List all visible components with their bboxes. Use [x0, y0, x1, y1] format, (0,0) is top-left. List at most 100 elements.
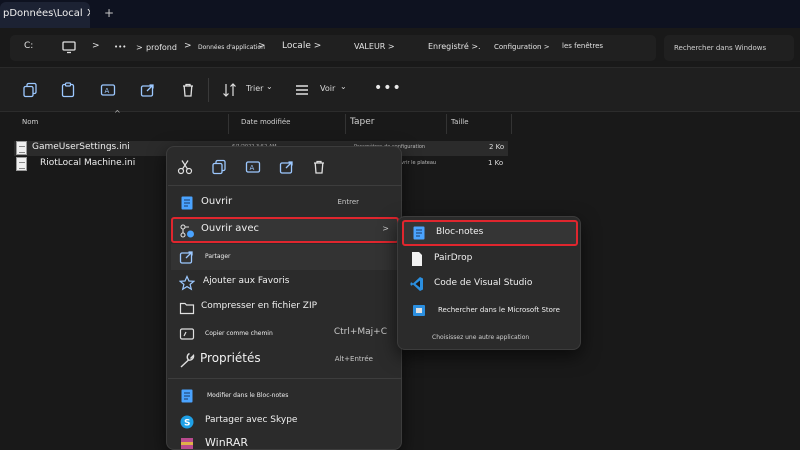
submenu-item-notepad[interactable]: Bloc-notes [402, 220, 578, 246]
copy-icon[interactable] [211, 159, 227, 175]
menu-item-share[interactable]: Partager [171, 244, 399, 270]
breadcrumb-separator: > [92, 41, 100, 51]
submenu-item-vscode[interactable]: Code de Visual Studio [402, 271, 578, 297]
tab-title: pDonnées\Local [3, 8, 83, 19]
sort-icon[interactable] [222, 82, 238, 98]
command-bar: A Trier ⌄ Voir ⌄ ••• [0, 68, 800, 112]
notepad-icon [413, 226, 425, 240]
context-menu: A Ouvrir Entrer Ouvrir avec > Partager A… [166, 146, 402, 450]
file-name: GameUserSettings.ini [32, 142, 130, 152]
menu-item-compress-zip[interactable]: Compresser en fichier ZIP [171, 295, 399, 321]
rename-icon[interactable]: A [100, 82, 116, 98]
menu-divider [168, 378, 402, 379]
svg-text:S: S [184, 419, 190, 429]
menu-item-label: Modifier dans le Bloc-notes [207, 392, 289, 399]
file-name: RiotLocal Machine.ini [40, 158, 136, 168]
new-tab-button[interactable]: + [104, 6, 114, 20]
breadcrumb-donnees-application[interactable]: Données d'application [198, 44, 265, 51]
menu-item-label: Partager [205, 253, 231, 260]
monitor-icon [62, 41, 76, 54]
open-with-icon [180, 224, 194, 238]
copy-icon[interactable] [22, 82, 38, 98]
window-tab[interactable]: pDonnées\Local X [0, 2, 90, 28]
shortcut-label: Ctrl+Maj+C [333, 327, 387, 337]
choose-another-app-link[interactable]: Choisissez une autre application [432, 334, 529, 341]
notepad-icon [181, 196, 193, 210]
chevron-right-icon: > [382, 224, 389, 233]
delete-icon[interactable] [311, 159, 327, 175]
menu-item-label: Ajouter aux Favoris [203, 276, 290, 286]
address-bar-area: C: > ••• > profond > Données d'applicati… [0, 28, 800, 68]
cut-icon[interactable] [177, 159, 193, 175]
file-size: 1 Ko [488, 159, 504, 167]
menu-item-add-favorites[interactable]: Ajouter aux Favoris [171, 270, 399, 296]
submenu-item-pairdrop[interactable]: PairDrop [402, 246, 578, 272]
title-bar: pDonnées\Local X + [0, 0, 800, 28]
breadcrumb-configuration[interactable]: Configuration > [494, 43, 550, 51]
column-header-name[interactable]: Nom [22, 118, 38, 126]
document-icon [412, 252, 422, 266]
menu-item-properties[interactable]: Propriétés Alt+Entrée [171, 347, 399, 373]
menu-item-label: WinRAR [205, 436, 249, 449]
menu-item-label: Copier comme chemin [205, 330, 273, 337]
share-icon[interactable] [140, 82, 156, 98]
column-header-date[interactable]: Date modifiée [241, 118, 290, 126]
file-size: 2 Ko [489, 143, 505, 151]
view-icon[interactable] [294, 82, 310, 98]
rename-icon[interactable]: A [245, 159, 261, 175]
submenu-item-label: Code de Visual Studio [434, 278, 533, 288]
menu-item-edit-notepad[interactable]: Modifier dans le Bloc-notes [171, 383, 399, 409]
address-bar[interactable]: C: > ••• > profond > Données d'applicati… [10, 35, 656, 61]
ini-file-icon [16, 141, 27, 155]
notepad-icon [181, 389, 193, 403]
menu-item-label: Propriétés [200, 351, 261, 365]
menu-item-label: Ouvrir [201, 196, 233, 207]
menu-item-copy-path[interactable]: Copier comme chemin Ctrl+Maj+C [171, 321, 399, 347]
submenu-item-label: PairDrop [434, 253, 473, 263]
breadcrumb-enregistre[interactable]: Enregistré >. [428, 42, 481, 51]
more-options-button[interactable]: ••• [374, 80, 402, 96]
search-placeholder: Rechercher dans Windows [674, 44, 767, 52]
breadcrumb-locale[interactable]: Locale > [282, 41, 321, 51]
breadcrumb-ellipsis[interactable]: ••• [114, 43, 126, 51]
menu-item-open-with[interactable]: Ouvrir avec > [171, 217, 399, 243]
chevron-down-icon: ⌄ [266, 82, 273, 91]
sort-button[interactable]: Trier [246, 84, 263, 93]
winrar-icon [181, 438, 193, 449]
wrench-icon [180, 352, 195, 368]
store-icon [413, 305, 425, 316]
submenu-item-label: Bloc-notes [436, 227, 484, 237]
column-header-type[interactable]: Taper [350, 117, 374, 127]
breadcrumb-valeur[interactable]: VALEUR > [354, 42, 395, 51]
breadcrumb-profond[interactable]: profond [146, 43, 177, 52]
column-divider[interactable] [228, 114, 229, 134]
svg-text:A: A [105, 87, 110, 95]
shortcut-label: Alt+Entrée [334, 355, 373, 363]
search-box[interactable]: Rechercher dans Windows [664, 35, 794, 61]
menu-item-share-skype[interactable]: S Partager avec Skype [171, 409, 399, 435]
toolbar-divider [208, 78, 209, 102]
column-divider[interactable] [446, 114, 447, 134]
copy-path-icon [179, 328, 195, 340]
paste-icon[interactable] [60, 82, 76, 98]
breadcrumb-les-fenetres[interactable]: les fenêtres [562, 42, 603, 50]
zip-folder-icon [179, 302, 195, 315]
breadcrumb-separator: > [136, 43, 143, 52]
menu-item-open[interactable]: Ouvrir Entrer [171, 190, 399, 216]
breadcrumb-separator: > [184, 41, 192, 51]
shortcut-label: Entrer [337, 198, 359, 206]
share-icon[interactable] [279, 159, 295, 175]
skype-icon: S [180, 415, 194, 429]
tab-close-button[interactable]: X [87, 8, 90, 19]
drive-crumb[interactable]: C: [24, 41, 33, 51]
menu-item-winrar[interactable]: WinRAR [171, 433, 399, 449]
submenu-item-store-search[interactable]: Rechercher dans le Microsoft Store [402, 297, 578, 323]
column-divider[interactable] [511, 114, 512, 134]
menu-divider [168, 185, 402, 186]
column-divider[interactable] [345, 114, 346, 134]
column-header-size[interactable]: Taille [451, 118, 469, 126]
view-button[interactable]: Voir [320, 84, 335, 93]
vscode-icon [410, 277, 423, 291]
sort-indicator: ^ [114, 109, 121, 118]
delete-icon[interactable] [180, 82, 196, 98]
